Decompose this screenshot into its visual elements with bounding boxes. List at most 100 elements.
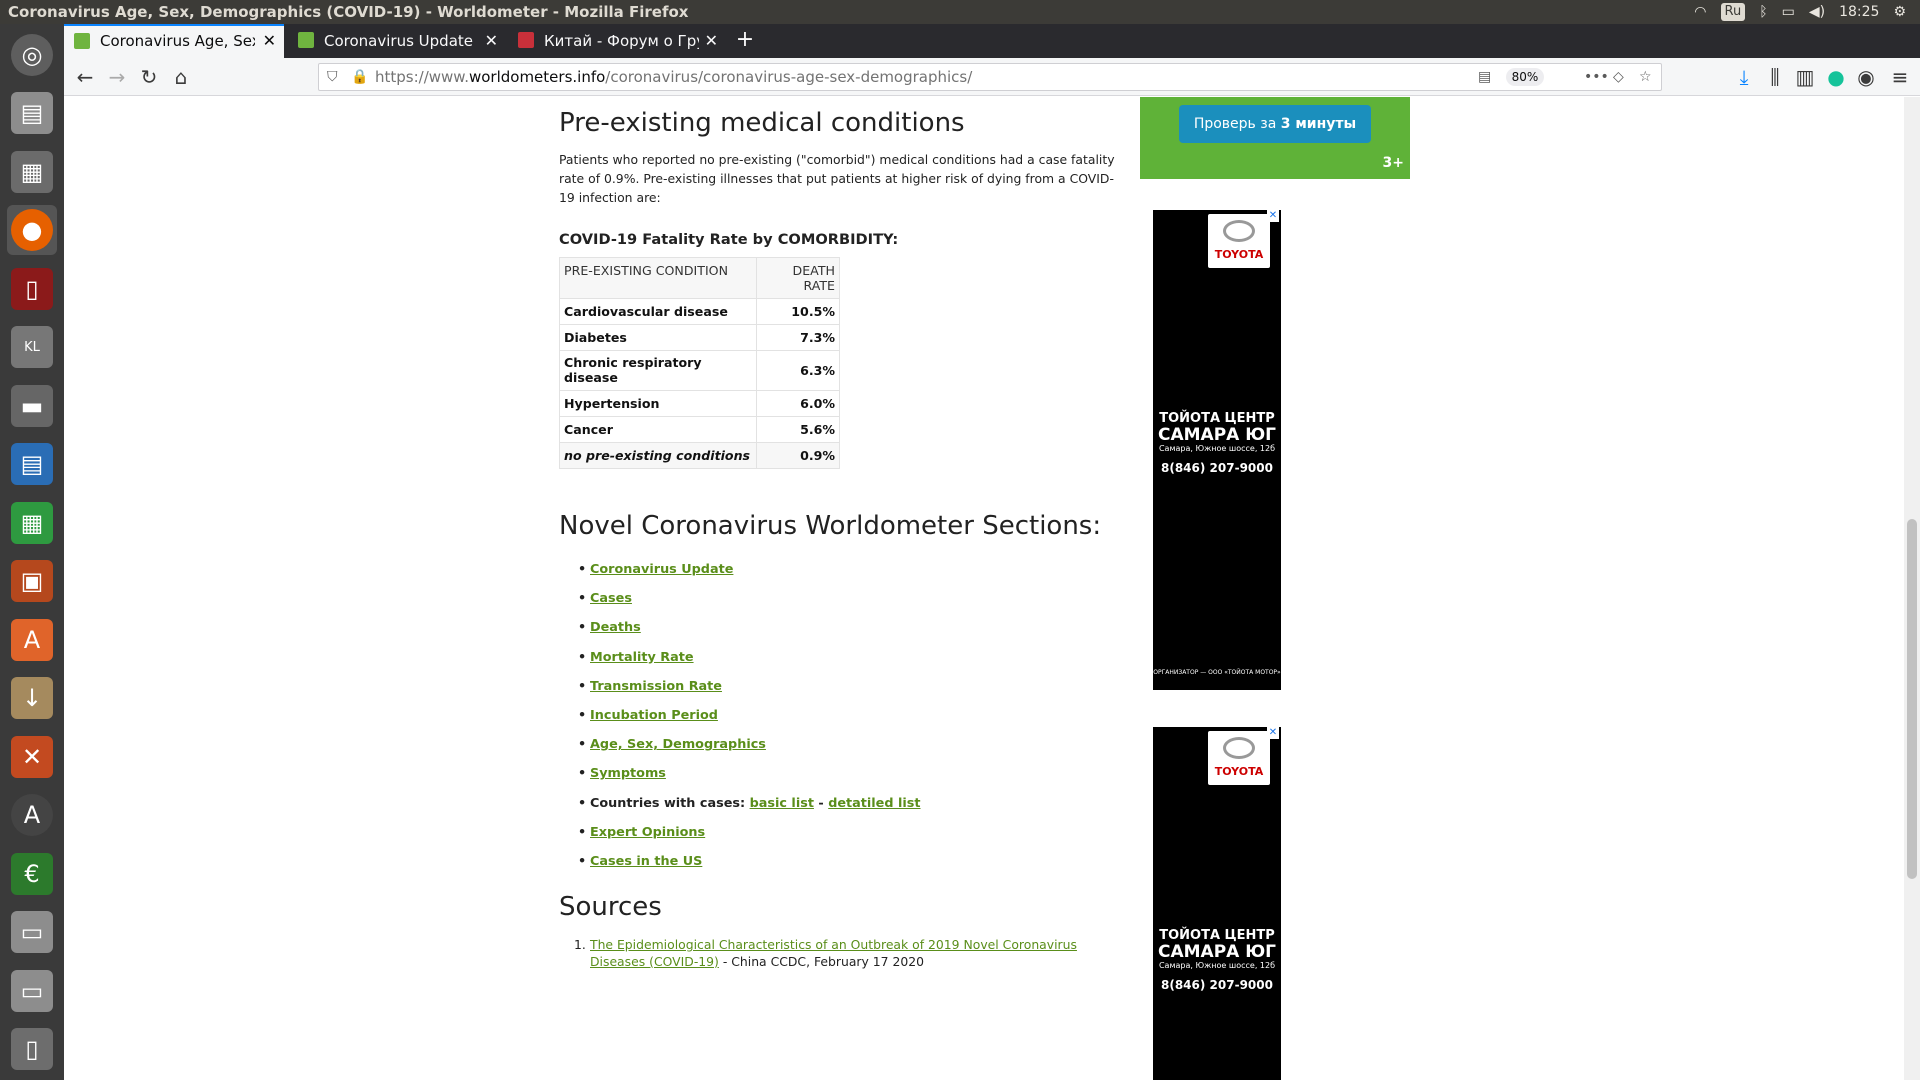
link-cases-in-the-us[interactable]: Cases in the US (590, 854, 702, 869)
link-mortality-rate[interactable]: Mortality Rate (590, 650, 694, 665)
table-header-death-rate: DEATH RATE (756, 257, 840, 299)
tab-coronavirus-update[interactable]: Coronavirus Update (Liv ✕ (288, 24, 506, 58)
menu-hamburger-icon[interactable]: ≡ (1886, 63, 1914, 91)
url-text[interactable]: https://www.worldometers.info/coronaviru… (375, 64, 972, 90)
link-incubation-period[interactable]: Incubation Period (590, 708, 718, 723)
firefox-icon[interactable]: ● (7, 205, 57, 255)
trash-icon[interactable]: ▯ (7, 1024, 57, 1074)
lock-icon[interactable]: 🔒 (351, 64, 368, 90)
table-row: no pre-existing conditions 0.9% (559, 442, 840, 469)
ad-close-icon[interactable]: ✕ (1267, 210, 1279, 222)
calculator-icon[interactable]: ▦ (7, 147, 57, 197)
volume-icon[interactable]: ◀) (1809, 0, 1825, 24)
list-item: Cases in the US (578, 853, 1129, 882)
reader-view-icon[interactable]: ▤ (1478, 64, 1491, 90)
countries-label: Countries with cases: (590, 795, 746, 811)
sidebar-toggle-icon[interactable]: ▥ (1791, 63, 1819, 91)
sections-heading: Novel Coronavirus Worldometer Sections: (559, 511, 1102, 541)
downloads-icon[interactable]: ⤓ (1730, 63, 1758, 91)
rate-cell: 7.3% (756, 324, 840, 351)
document-viewer-icon[interactable]: ▯ (7, 264, 57, 314)
source-item: 1. The Epidemiological Characteristics o… (574, 936, 1129, 970)
archive-download-icon[interactable]: ↓ (7, 673, 57, 723)
system-tools-icon[interactable]: ✕ (7, 732, 57, 782)
link-basic-list[interactable]: basic list (750, 796, 814, 811)
settings-gear-icon[interactable]: ⚙ (1893, 0, 1906, 24)
url-bar[interactable]: ⛉ 🔒 https://www.worldometers.info/corona… (318, 63, 1662, 91)
zoom-level-indicator[interactable]: 80% (1506, 68, 1544, 86)
list-item: Symptoms (578, 765, 1129, 794)
files-icon[interactable]: ▤ (7, 88, 57, 138)
tab-close-icon[interactable]: ✕ (705, 24, 718, 58)
software-updater-icon[interactable]: A (7, 790, 57, 840)
system-top-bar: Coronavirus Age, Sex, Demographics (COVI… (0, 0, 1920, 24)
rate-cell: 6.3% (756, 350, 840, 391)
worldometer-favicon-icon (298, 32, 314, 48)
link-age-sex-demographics[interactable]: Age, Sex, Demographics (590, 737, 766, 752)
rate-cell: 6.0% (756, 390, 840, 417)
toyota-logo: TOYOTA (1208, 731, 1270, 785)
table-caption: COVID-19 Fatality Rate by COMORBIDITY: (559, 231, 899, 248)
link-symptoms[interactable]: Symptoms (590, 766, 666, 781)
link-detailed-list[interactable]: detatiled list (828, 796, 920, 811)
impress-icon[interactable]: ▣ (7, 556, 57, 606)
condition-cell: Cancer (559, 416, 757, 443)
writer-icon[interactable]: ▤ (7, 439, 57, 489)
clock[interactable]: 18:25 (1839, 0, 1879, 24)
home-button[interactable]: ⌂ (167, 63, 195, 91)
ad-toyota-2[interactable]: TOYOTA ✕ ТОЙОТА ЦЕНТР САМАРА ЮГ Самара, … (1153, 727, 1281, 1080)
pocket-icon[interactable]: ◇ (1613, 64, 1624, 90)
library-icon[interactable]: ⫼ (1761, 63, 1789, 91)
comorbidity-table: PRE-EXISTING CONDITION DEATH RATE Cardiov… (559, 257, 840, 469)
ad-banner-green[interactable]: Проверь за 3 минуты 3+ (1140, 97, 1410, 179)
reload-button[interactable]: ↻ (135, 63, 163, 91)
ad-toyota-1[interactable]: TOYOTA ✕ ТОЙОТА ЦЕНТР САМАРА ЮГ Самара, … (1153, 210, 1281, 690)
keyboard-layout-icon[interactable]: KL (7, 322, 57, 372)
link-expert-opinions[interactable]: Expert Opinions (590, 825, 705, 840)
source-citation: - China CCDC, February 17 2020 (718, 954, 925, 970)
forward-button[interactable]: → (103, 63, 131, 91)
sources-heading: Sources (559, 892, 662, 923)
drive-icon-2[interactable]: ▭ (7, 966, 57, 1016)
tracking-shield-icon[interactable]: ⛉ (327, 64, 338, 90)
link-coronavirus-update[interactable]: Coronavirus Update (590, 562, 733, 577)
sections-list: Coronavirus Update Cases Deaths Mortalit… (559, 561, 1129, 882)
back-button[interactable]: ← (71, 63, 99, 91)
table-row: Chronic respiratory disease 6.3% (559, 350, 840, 391)
calc-spreadsheet-icon[interactable]: ▦ (7, 498, 57, 548)
scrollbar-thumb[interactable] (1907, 519, 1917, 879)
link-deaths[interactable]: Deaths (590, 620, 641, 635)
scanner-icon[interactable]: ▬ (7, 381, 57, 431)
ad-check-button[interactable]: Проверь за 3 минуты (1179, 105, 1371, 143)
bookmark-star-icon[interactable]: ☆ (1639, 64, 1652, 90)
software-center-icon[interactable]: A (7, 615, 57, 665)
battery-icon[interactable]: ▭ (1782, 0, 1795, 24)
wifi-icon[interactable]: ◠ (1694, 0, 1706, 24)
tab-coronavirus-age-sex[interactable]: Coronavirus Age, Sex, De ✕ (64, 24, 284, 58)
link-transmission-rate[interactable]: Transmission Rate (590, 679, 722, 694)
page-actions-icon[interactable]: ••• (1584, 64, 1609, 90)
tab-china-forum[interactable]: Китай - Форум о Грузии ✕ (508, 24, 726, 58)
list-item: Coronavirus Update (578, 561, 1129, 590)
bluetooth-icon[interactable]: ᛒ (1759, 0, 1767, 24)
tab-close-icon[interactable]: ✕ (263, 26, 276, 56)
grammarly-extension-icon[interactable]: ● (1822, 63, 1850, 91)
finance-app-icon[interactable]: € (7, 849, 57, 899)
forum-favicon-icon (518, 32, 534, 48)
account-icon[interactable]: ◉ (1852, 63, 1880, 91)
ubuntu-logo-icon[interactable]: ◎ (7, 30, 57, 80)
ad-close-icon[interactable]: ✕ (1267, 727, 1279, 739)
tab-close-icon[interactable]: ✕ (485, 24, 498, 58)
comorbidity-paragraph: Patients who reported no pre-existing ("… (559, 152, 1115, 205)
link-cases[interactable]: Cases (590, 591, 632, 606)
comorbidity-heading: Pre-existing medical conditions (559, 108, 965, 138)
table-row: Hypertension 6.0% (559, 390, 840, 417)
drive-icon[interactable]: ▭ (7, 907, 57, 957)
new-tab-button[interactable]: + (730, 24, 760, 58)
window-title: Coronavirus Age, Sex, Demographics (COVI… (8, 3, 689, 21)
keyboard-layout-indicator[interactable]: Ru (1720, 3, 1746, 21)
article-content: Pre-existing medical conditions Patients… (559, 97, 1129, 970)
table-row: Diabetes 7.3% (559, 324, 840, 351)
condition-cell: Cardiovascular disease (559, 298, 757, 325)
list-item: Deaths (578, 619, 1129, 648)
